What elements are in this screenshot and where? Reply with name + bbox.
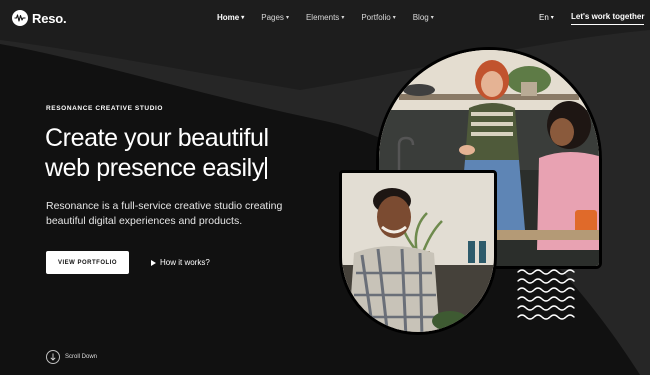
logo-wave-icon <box>12 10 28 26</box>
language-label: En <box>539 13 549 22</box>
nav-item-portfolio[interactable]: Portfolio ▾ <box>361 13 395 22</box>
chevron-down-icon: ▾ <box>550 14 554 21</box>
scroll-down-label: Scroll Down <box>65 354 98 360</box>
contact-cta-link[interactable]: Let's work together <box>571 12 645 25</box>
nav-item-label: Elements <box>305 13 340 22</box>
wavy-lines-decoration <box>517 269 575 320</box>
hero-description: Resonance is a full-service creative stu… <box>46 200 283 227</box>
chevron-down-icon: ▾ <box>341 14 345 21</box>
chevron-down-icon: ▾ <box>392 14 396 21</box>
play-icon <box>151 259 156 266</box>
nav-item-label: Home <box>217 13 240 22</box>
photo-man-scene <box>342 173 494 332</box>
main-nav: Home ▾ Pages ▾ Elements ▾ Portfolio ▾ Bl… <box>217 13 451 22</box>
scroll-down-link[interactable]: Scroll Down <box>46 350 97 364</box>
hero-headline: Create your beautiful web presence easil… <box>45 123 345 183</box>
nav-item-label: Blog <box>412 13 429 22</box>
nav-item-home[interactable]: Home ▾ <box>217 13 244 22</box>
language-switcher[interactable]: En ▾ <box>539 13 554 22</box>
nav-item-elements[interactable]: Elements ▾ <box>306 13 344 22</box>
arrow-down-icon <box>46 350 60 364</box>
headline-line-2: web presence easily <box>45 154 264 182</box>
nav-item-blog[interactable]: Blog ▾ <box>413 13 434 22</box>
hero-photo-portrait <box>339 170 497 335</box>
chevron-down-icon: ▾ <box>241 14 245 21</box>
nav-item-label: Pages <box>261 13 284 22</box>
typing-caret <box>264 157 267 179</box>
chevron-down-icon: ▾ <box>430 14 434 21</box>
headline-line-1: Create your beautiful <box>45 124 269 152</box>
nav-item-pages[interactable]: Pages ▾ <box>261 13 289 22</box>
how-it-works-label: How it works? <box>160 258 210 267</box>
view-portfolio-button[interactable]: VIEW PORTFOLIO <box>46 251 129 274</box>
hero-eyebrow: RESONANCE CREATIVE STUDIO <box>46 105 164 112</box>
site-header: Reso. Home ▾ Pages ▾ Elements ▾ Portfoli… <box>0 0 650 36</box>
chevron-down-icon: ▾ <box>285 14 289 21</box>
logo[interactable]: Reso. <box>12 10 67 26</box>
how-it-works-link[interactable]: How it works? <box>151 258 210 267</box>
logo-text: Reso. <box>32 10 67 26</box>
nav-item-label: Portfolio <box>361 13 391 22</box>
